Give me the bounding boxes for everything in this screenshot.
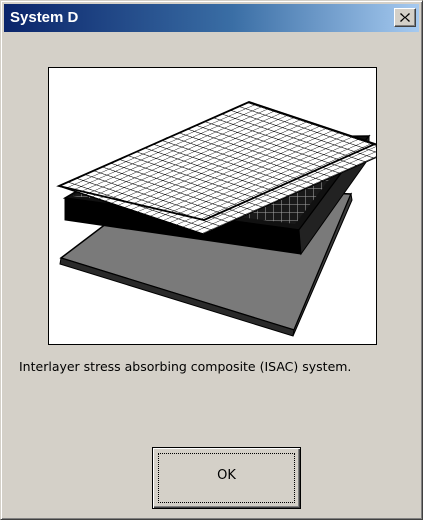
close-button[interactable] — [394, 8, 416, 27]
layered-grid-composite-illustration — [56, 101, 376, 337]
window-title: System D — [10, 9, 79, 26]
dialog-window: System D Interlayer stress absorbing com… — [0, 0, 423, 520]
system-illustration — [48, 67, 377, 345]
ok-button[interactable]: OK — [152, 447, 301, 509]
ok-button-label: OK — [217, 468, 236, 483]
title-bar[interactable]: System D — [4, 4, 419, 32]
caption-text: Interlayer stress absorbing composite (I… — [19, 359, 352, 374]
close-icon — [400, 13, 410, 22]
